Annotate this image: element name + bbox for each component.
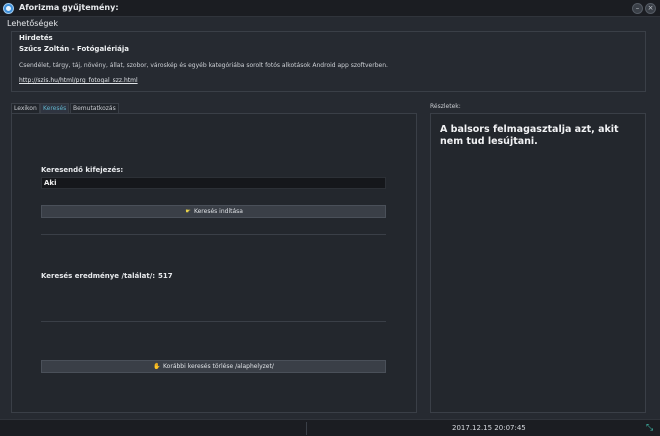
ad-panel: Hirdetés Szűcs Zoltán - Fotógalériája Cs… (11, 31, 646, 92)
hand-icon: ✋ (153, 363, 161, 370)
divider (41, 321, 386, 322)
hand-point-icon: ☛ (185, 208, 191, 215)
window-title: Aforizma gyűjtemény: (19, 3, 119, 12)
result-label: Keresés eredménye /találat/: (41, 272, 156, 280)
tab-kereses[interactable]: Keresés (40, 103, 70, 113)
app-icon[interactable] (3, 3, 14, 14)
menu-item-options[interactable]: Lehetőségek (7, 19, 58, 28)
start-search-button[interactable]: ☛ Keresés indítása (41, 205, 386, 218)
menu-bar: Lehetőségek (0, 17, 660, 31)
ad-heading: Hirdetés (19, 34, 53, 42)
ad-description: Csendélet, tárgy, táj, növény, állat, sz… (19, 62, 388, 69)
ad-title: Szűcs Zoltán - Fotógalériája (19, 45, 130, 53)
details-label: Részletek: (430, 103, 461, 110)
divider (41, 234, 386, 235)
status-bar: 2017.12.15 20:07:45 ⤡ (0, 419, 660, 436)
resize-grip-icon[interactable]: ⤡ (646, 423, 653, 433)
details-panel: A balsors felmagasztalja azt, akit nem t… (430, 113, 646, 413)
reset-search-button[interactable]: ✋ Korábbi keresés törlése /alaphelyzet/ (41, 360, 386, 373)
status-timestamp: 2017.12.15 20:07:45 (452, 424, 526, 432)
result-count: 517 (158, 272, 173, 280)
close-button[interactable]: × (645, 3, 656, 14)
ad-link[interactable]: http://szis.hu/html/prg_fotogal_szz.html (19, 77, 138, 84)
search-panel: Keresendő kifejezés: ☛ Keresés indítása … (11, 113, 417, 413)
title-bar: Aforizma gyűjtemény: – × (0, 0, 660, 17)
minimize-button[interactable]: – (632, 3, 643, 14)
tab-lexikon[interactable]: Lexikon (11, 103, 40, 113)
search-input[interactable] (41, 177, 386, 189)
tab-bemutatkozas[interactable]: Bemutatkozás (70, 103, 119, 113)
status-separator (306, 422, 307, 435)
quote-text: A balsors felmagasztalja azt, akit nem t… (440, 124, 619, 147)
search-label: Keresendő kifejezés: (41, 166, 124, 174)
start-search-button-label: Keresés indítása (193, 208, 243, 215)
reset-search-button-label: Korábbi keresés törlése /alaphelyzet/ (163, 363, 274, 370)
